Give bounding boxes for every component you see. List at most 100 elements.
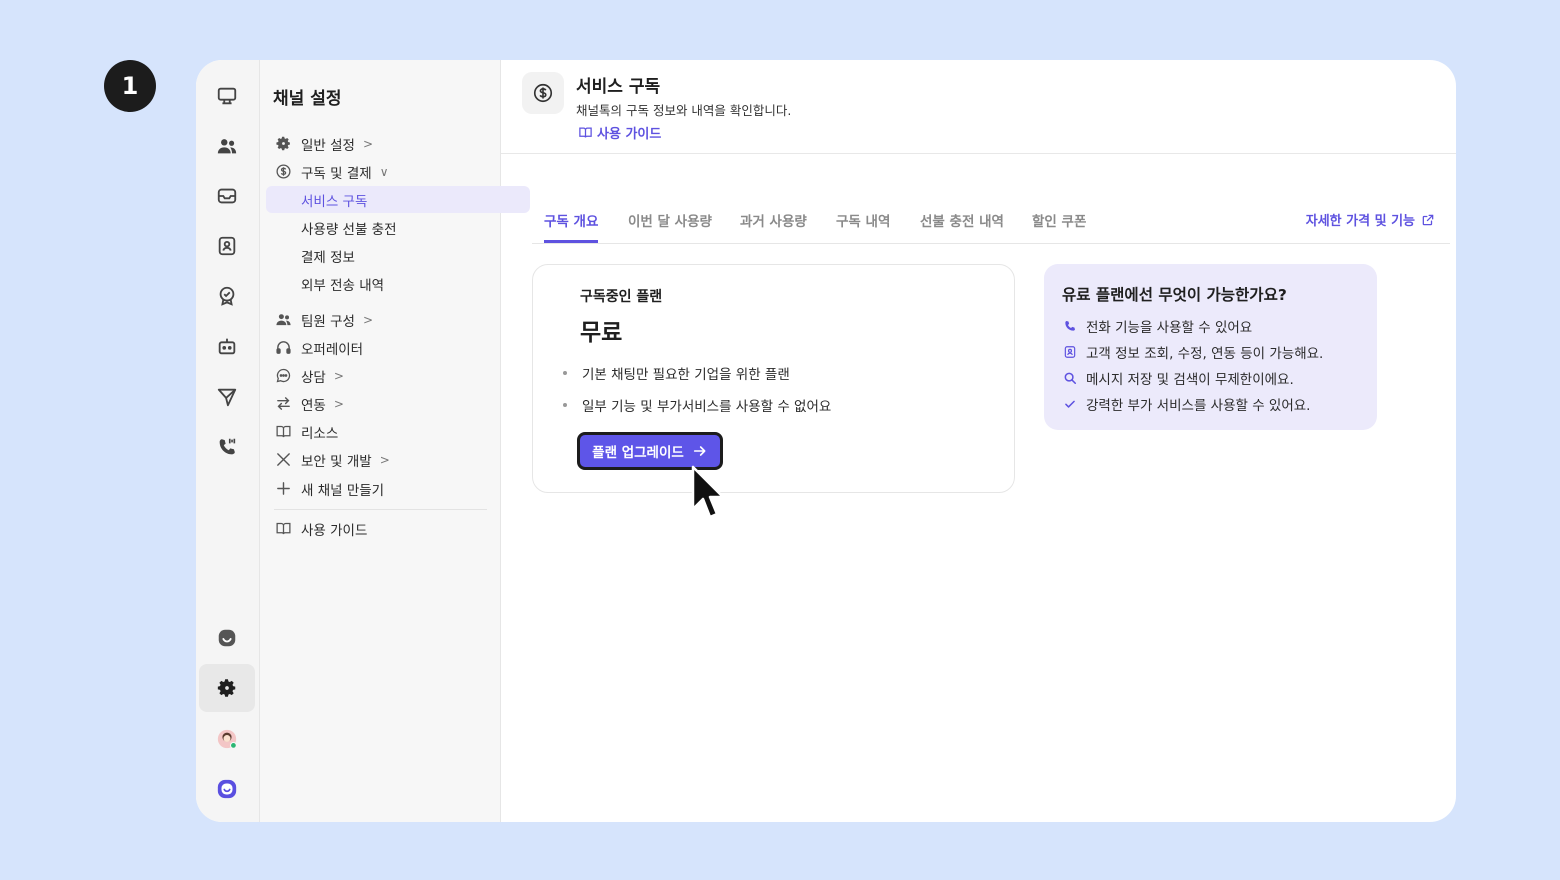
nav-item-resources[interactable]: 리소스 — [266, 418, 495, 445]
tools-icon — [276, 453, 290, 466]
nav-item-label: 상담 — [301, 369, 326, 386]
channel-talk-logo-icon — [217, 779, 237, 799]
plan-bullet-text: 일부 기능 및 부가서비스를 사용할 수 없어요 — [582, 399, 832, 415]
rail-bot-button[interactable] — [199, 322, 255, 370]
chevron-right-icon: > — [362, 136, 374, 151]
chevron-right-icon: > — [333, 368, 344, 383]
nav-item-service-subscription[interactable]: 서비스 구독 — [266, 186, 530, 213]
rail-users-button[interactable] — [199, 122, 255, 170]
plan-bullet: 일부 기능 및 부가서비스를 사용할 수 없어요 — [563, 395, 831, 415]
arrow-right-icon — [693, 446, 706, 456]
chevron-right-icon: > — [333, 396, 344, 411]
bot-icon — [218, 338, 236, 355]
nav-item-payment-info[interactable]: 결제 정보 — [266, 242, 530, 269]
tab-this-month-usage[interactable]: 이번 달 사용량 — [628, 210, 712, 241]
swap-arrows-icon — [276, 397, 290, 410]
icon-rail — [196, 60, 260, 822]
send-icon — [217, 388, 237, 407]
tab-past-usage[interactable]: 과거 사용량 — [740, 210, 807, 241]
nav-item-consultation[interactable]: 상담 > — [266, 362, 495, 389]
bullet-dot — [563, 371, 567, 375]
nav-item-prepaid-charge[interactable]: 사용량 선불 충전 — [266, 214, 530, 241]
step-badge: 1 — [104, 60, 156, 112]
current-plan-card: 구독중인 플랜 무료 기본 채팅만 필요한 기업을 위한 플랜 일부 기능 및 … — [532, 264, 1015, 493]
promo-item-text: 전화 기능을 사용할 수 있어요 — [1086, 320, 1253, 336]
rail-settings-button[interactable] — [199, 664, 255, 712]
nav-item-external-transfer[interactable]: 외부 전송 내역 — [266, 270, 530, 297]
promo-item-text: 강력한 부가 서비스를 사용할 수 있어요. — [1086, 398, 1311, 414]
main-content: 서비스 구독 채널톡의 구독 정보와 내역을 확인합니다. 사용 가이드 구독 … — [501, 60, 1456, 822]
nav-item-label: 서비스 구독 — [301, 193, 368, 210]
header-divider — [501, 153, 1456, 154]
nav-item-label: 오퍼레이터 — [301, 341, 364, 358]
nav-item-label: 일반 설정 — [301, 137, 355, 154]
tab-discount-coupons[interactable]: 할인 쿠폰 — [1032, 210, 1086, 241]
rail-phone-button[interactable] — [199, 423, 255, 471]
tab-bar: 구독 개요 이번 달 사용량 과거 사용량 구독 내역 선불 충전 내역 할인 … — [532, 210, 1450, 244]
nav-item-general[interactable]: 일반 설정 > — [266, 130, 495, 157]
nav-item-label: 보안 및 개발 — [301, 453, 372, 470]
page-subtitle: 채널톡의 구독 정보와 내역을 확인합니다. — [576, 103, 792, 118]
gear-icon — [217, 679, 236, 697]
app-window: 채널 설정 일반 설정 > 구독 및 결제 ∨ 서비스 구독 사용량 선불 충전… — [196, 60, 1456, 822]
rail-badge-button[interactable] — [199, 272, 255, 320]
promo-title: 유료 플랜에선 무엇이 가능한가요? — [1062, 286, 1287, 304]
chat-bubble-icon — [276, 368, 290, 383]
rail-monitor-button[interactable] — [199, 72, 255, 120]
promo-item-text: 고객 정보 조회, 수정, 연동 등이 가능해요. — [1086, 346, 1324, 362]
phone-icon — [219, 438, 236, 455]
nav-item-operator[interactable]: 오퍼레이터 — [266, 334, 495, 361]
rail-contacts-button[interactable] — [199, 222, 255, 270]
tab-overview[interactable]: 구독 개요 — [544, 210, 599, 243]
inbox-icon — [217, 188, 237, 204]
book-icon — [579, 127, 592, 138]
plan-bullet: 기본 채팅만 필요한 기업을 위한 플랜 — [563, 363, 790, 383]
plan-bullet-text: 기본 채팅만 필요한 기업을 위한 플랜 — [582, 367, 790, 383]
promo-item-text: 메시지 저장 및 검색이 무제한이에요. — [1086, 372, 1294, 388]
nav-item-security-dev[interactable]: 보안 및 개발 > — [266, 446, 495, 473]
nav-item-team[interactable]: 팀원 구성 > — [266, 306, 495, 333]
promo-item: 전화 기능을 사용할 수 있어요 — [1062, 316, 1252, 336]
nav-item-label: 외부 전송 내역 — [301, 277, 385, 294]
search-icon — [1064, 372, 1076, 385]
rail-chat-logo-button[interactable] — [199, 614, 255, 662]
nav-item-new-channel[interactable]: 새 채널 만들기 — [266, 475, 495, 502]
pricing-details-label: 자세한 가격 및 기능 — [1305, 214, 1415, 229]
rail-avatar-button[interactable] — [199, 715, 255, 763]
gear-icon — [275, 136, 290, 151]
rail-inbox-button[interactable] — [199, 172, 255, 220]
nav-item-label: 사용 가이드 — [301, 522, 368, 539]
user-guide-link[interactable]: 사용 가이드 — [578, 123, 661, 142]
contact-card-icon — [218, 236, 236, 256]
nav-item-label: 사용량 선불 충전 — [301, 221, 397, 238]
book-icon — [275, 425, 291, 438]
book-icon — [275, 522, 291, 535]
nav-item-label: 리소스 — [301, 425, 339, 442]
phone-icon — [1064, 321, 1075, 331]
rail-send-button[interactable] — [199, 373, 255, 421]
check-icon — [1064, 400, 1075, 408]
nav-item-label: 결제 정보 — [301, 249, 355, 266]
header-icon-box — [522, 72, 564, 114]
nav-item-label: 연동 — [301, 397, 326, 414]
avatar — [217, 729, 237, 749]
nav-item-label: 새 채널 만들기 — [301, 482, 385, 499]
nav-item-user-guide[interactable]: 사용 가이드 — [266, 515, 495, 542]
plan-name: 무료 — [580, 320, 623, 346]
nav-item-subscription-billing[interactable]: 구독 및 결제 ∨ — [266, 158, 495, 185]
nav-divider — [274, 509, 487, 510]
promo-item: 메시지 저장 및 검색이 무제한이에요. — [1062, 368, 1294, 388]
tab-prepaid-history[interactable]: 선불 충전 내역 — [920, 210, 1004, 241]
nav-item-label: 팀원 구성 — [301, 313, 355, 330]
chevron-down-icon: ∨ — [379, 164, 389, 179]
pricing-details-link[interactable]: 자세한 가격 및 기능 — [1306, 210, 1435, 229]
dollar-circle-icon — [533, 83, 553, 103]
plan-label: 구독중인 플랜 — [580, 289, 663, 305]
chevron-right-icon: > — [379, 452, 390, 467]
chevron-right-icon: > — [362, 312, 374, 327]
tab-subscription-history[interactable]: 구독 내역 — [836, 210, 890, 241]
external-link-icon — [1422, 214, 1434, 225]
nav-item-integration[interactable]: 연동 > — [266, 390, 495, 417]
users-icon — [275, 314, 291, 326]
rail-channel-logo-button[interactable] — [199, 765, 255, 813]
